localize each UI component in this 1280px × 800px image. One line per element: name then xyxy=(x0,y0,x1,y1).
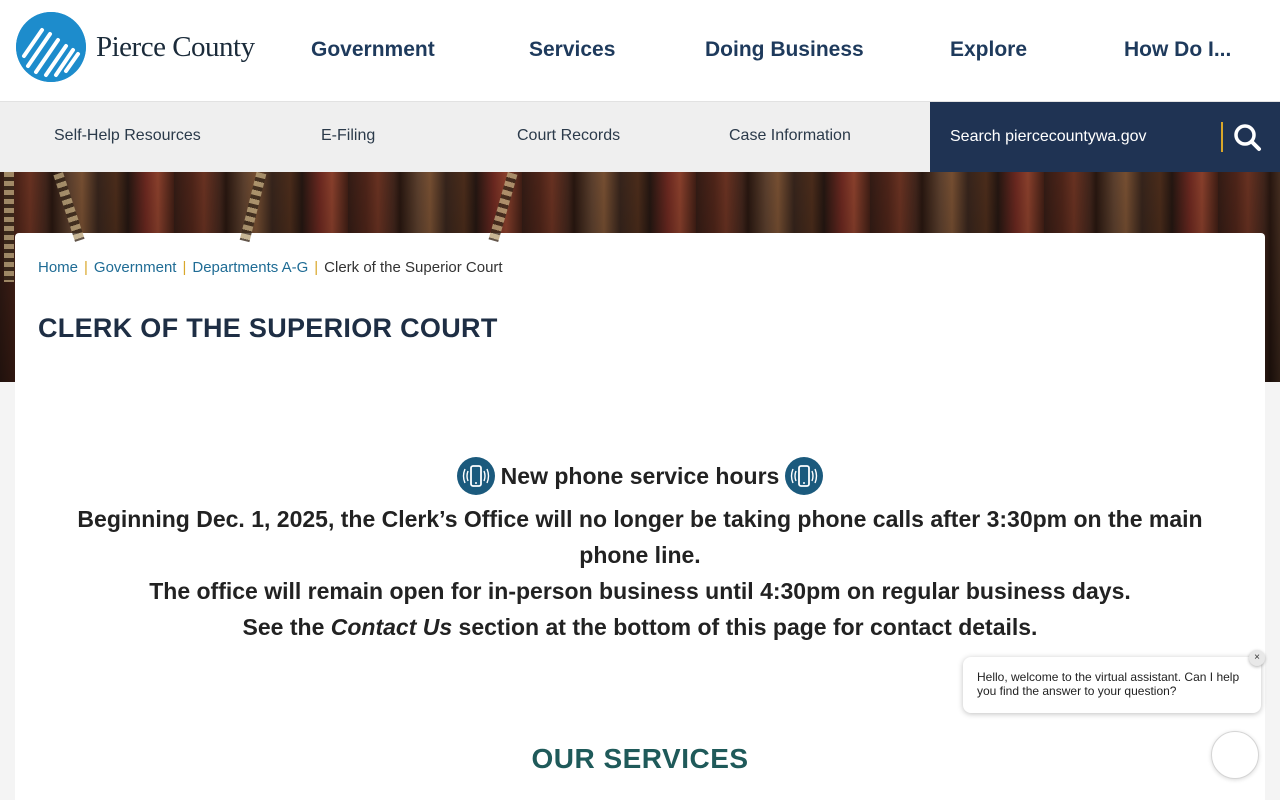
contact-us-reference: Contact Us xyxy=(330,614,453,640)
subnav-case-information[interactable]: Case Information xyxy=(729,127,851,145)
notice-line-2: The office will remain open for in-perso… xyxy=(149,578,1131,604)
notice-line-3: See the Contact Us section at the bottom… xyxy=(242,614,1038,640)
mobile-phone-icon xyxy=(785,457,824,495)
phone-hours-notice: New phone service hours Beginning Dec. 1… xyxy=(15,457,1265,645)
breadcrumb-home[interactable]: Home xyxy=(38,259,78,276)
site-header: Pierce County Government Services Doing … xyxy=(0,0,1280,102)
close-icon[interactable]: × xyxy=(1249,650,1265,666)
page-title: CLERK OF THE SUPERIOR COURT xyxy=(38,313,498,343)
logo-text: Pierce County xyxy=(96,30,255,63)
breadcrumb: Home | Government | Departments A-G | Cl… xyxy=(38,259,503,276)
notice-heading: New phone service hours xyxy=(500,463,780,489)
pierce-county-mountain-icon xyxy=(16,12,86,82)
search-input[interactable] xyxy=(950,122,1210,152)
site-search xyxy=(930,102,1280,172)
secondary-nav: Self-Help Resources E-Filing Court Recor… xyxy=(0,102,930,172)
breadcrumb-current: Clerk of the Superior Court xyxy=(324,259,503,276)
nav-explore[interactable]: Explore xyxy=(950,38,1027,62)
search-icon[interactable] xyxy=(1230,120,1266,154)
chat-launcher-button[interactable] xyxy=(1211,731,1259,779)
subnav-e-filing[interactable]: E-Filing xyxy=(321,127,375,145)
site-logo[interactable]: Pierce County xyxy=(16,12,255,82)
breadcrumb-separator: | xyxy=(84,259,88,276)
breadcrumb-government[interactable]: Government xyxy=(94,259,177,276)
nav-government[interactable]: Government xyxy=(311,38,435,62)
nav-doing-business[interactable]: Doing Business xyxy=(705,38,864,62)
breadcrumb-separator: | xyxy=(314,259,319,276)
services-section-title: OUR SERVICES xyxy=(531,743,749,774)
mobile-phone-icon xyxy=(456,457,495,495)
main-content: Home | Government | Departments A-G | Cl… xyxy=(15,233,1265,800)
nav-services[interactable]: Services xyxy=(529,38,615,62)
breadcrumb-departments[interactable]: Departments A-G xyxy=(192,259,308,276)
search-divider xyxy=(1221,122,1223,152)
chat-welcome-message[interactable]: Hello, welcome to the virtual assistant.… xyxy=(963,657,1261,713)
breadcrumb-separator: | xyxy=(182,259,187,276)
nav-how-do-i[interactable]: How Do I... xyxy=(1124,38,1231,62)
subnav-self-help-resources[interactable]: Self-Help Resources xyxy=(54,127,201,145)
notice-line-1: Beginning Dec. 1, 2025, the Clerk’s Offi… xyxy=(77,506,1203,568)
subnav-court-records[interactable]: Court Records xyxy=(517,127,620,145)
